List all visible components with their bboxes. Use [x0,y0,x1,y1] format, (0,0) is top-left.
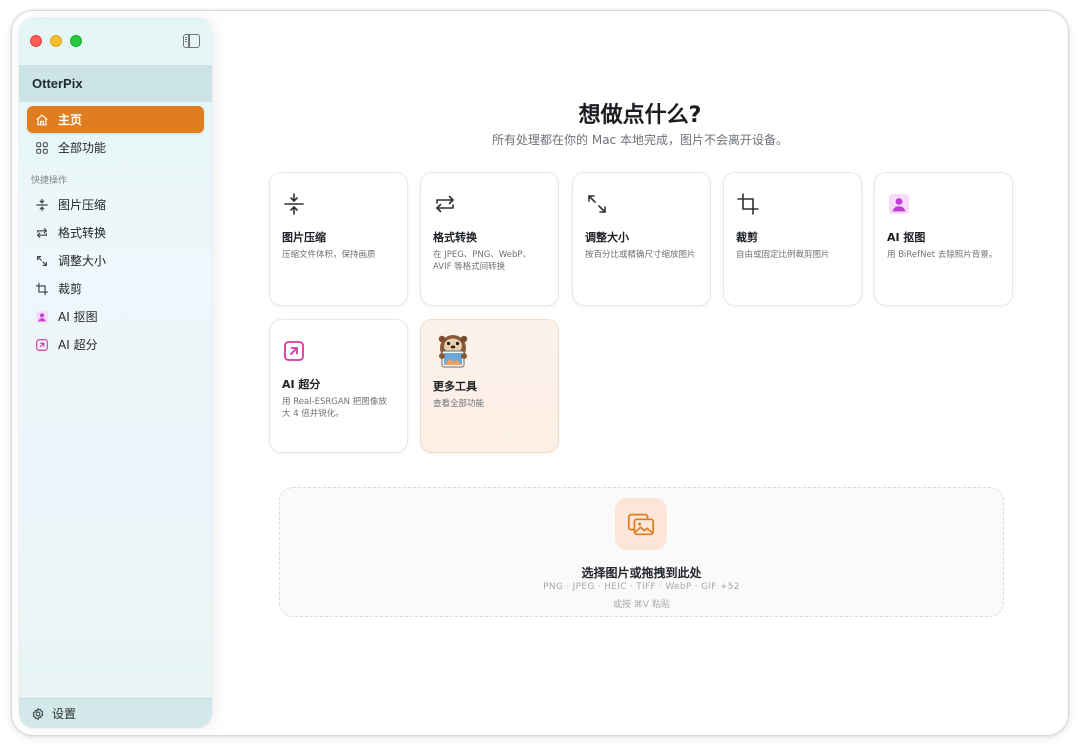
settings-label: 设置 [52,707,77,721]
page-title: 想做点什么? [578,103,702,128]
settings-button[interactable]: 设置 [19,698,212,728]
sidebar-item-label: 全部功能 [58,141,107,155]
card-title: 裁剪 [736,231,758,244]
sidebar-item-label: 格式转换 [58,226,107,240]
card-title: 更多工具 [433,380,477,393]
sidebar-item-ai-upscale[interactable]: AI 超分 [27,331,204,358]
sidebar-item-label: 裁剪 [58,282,83,296]
card-description: 在 JPEG、PNG、WebP、AVIF 等格式间转换 [433,250,532,272]
sidebar-item-convert[interactable]: 格式转换 [27,219,204,246]
person-cutout-icon [35,310,49,324]
home-icon [35,113,49,127]
sidebar-item-label: AI 抠图 [58,310,98,324]
compress-icon [282,191,308,217]
page-subtitle: 所有处理都在你的 Mac 本地完成，图片不会离开设备。 [492,133,788,147]
crop-icon [736,191,762,217]
card-description: 按百分比或精确尺寸缩放图片 [585,250,696,260]
compress-icon [35,198,49,212]
drop-zone-title: 选择图片或拖拽到此处 [581,566,702,580]
card-title: 调整大小 [585,231,629,244]
sidebar-item-label: 图片压缩 [58,198,107,212]
card-description: 自由或固定比例裁剪图片 [736,250,830,260]
resize-icon [35,254,49,268]
card-title: 格式转换 [433,231,477,244]
card-convert[interactable]: 格式转换 在 JPEG、PNG、WebP、AVIF 等格式间转换 [420,172,559,306]
upscale-icon [35,338,49,352]
sidebar: OtterPix 主页 全部功能 快捷操作 图片压缩 格式转换 调整大小 裁剪 … [19,18,212,728]
main-content: 想做点什么? 所有处理都在你的 Mac 本地完成，图片不会离开设备。 图片压缩 … [212,11,1068,735]
sidebar-item-ai-cutout[interactable]: AI 抠图 [27,303,204,330]
sidebar-item-all-features[interactable]: 全部功能 [27,134,204,161]
app-window: OtterPix 主页 全部功能 快捷操作 图片压缩 格式转换 调整大小 裁剪 … [11,10,1069,736]
photos-icon [615,498,667,550]
gear-icon [31,707,45,721]
card-title: AI 抠图 [887,231,926,244]
card-description: 压缩文件体积，保持画质 [282,250,376,260]
supported-formats: PNG · JPEG · HEIC · TIFF · WebP · GIF +5… [543,582,740,592]
paste-hint: 或按 ⌘V 粘贴 [613,600,670,610]
sidebar-item-label: AI 超分 [58,338,98,352]
drop-zone[interactable]: 选择图片或拖拽到此处 PNG · JPEG · HEIC · TIFF · We… [279,487,1004,617]
card-ai-upscale[interactable]: AI 超分 用 Real-ESRGAN 把图像放大 4 倍并锐化。 [269,319,408,453]
sidebar-toggle-icon[interactable] [183,34,200,48]
sidebar-item-crop[interactable]: 裁剪 [27,275,204,302]
crop-icon [35,282,49,296]
card-title: 图片压缩 [282,231,326,244]
close-window-button[interactable] [30,35,42,47]
sidebar-item-label: 主页 [58,113,83,127]
sidebar-item-resize[interactable]: 调整大小 [27,247,204,274]
otter-mascot-icon [433,330,473,370]
convert-icon [35,226,49,240]
zoom-window-button[interactable] [70,35,82,47]
sidebar-item-compress[interactable]: 图片压缩 [27,191,204,218]
grid-icon [35,141,49,155]
section-label: 快捷操作 [31,176,68,186]
card-compress[interactable]: 图片压缩 压缩文件体积，保持画质 [269,172,408,306]
card-description: 用 BiRefNet 去除照片背景。 [887,250,998,260]
card-description: 查看全部功能 [433,399,485,409]
app-name: OtterPix [19,65,212,102]
card-ai-cutout[interactable]: AI 抠图 用 BiRefNet 去除照片背景。 [874,172,1013,306]
convert-icon [433,191,459,217]
card-resize[interactable]: 调整大小 按百分比或精确尺寸缩放图片 [572,172,711,306]
minimize-window-button[interactable] [50,35,62,47]
person-cutout-icon [887,191,913,217]
sidebar-item-label: 调整大小 [58,254,107,268]
upscale-icon [282,338,308,364]
sidebar-item-home[interactable]: 主页 [27,106,204,133]
resize-icon [585,191,611,217]
window-controls [30,35,82,47]
card-crop[interactable]: 裁剪 自由或固定比例裁剪图片 [723,172,862,306]
card-more-tools[interactable]: 更多工具 查看全部功能 [420,319,559,453]
card-title: AI 超分 [282,378,321,391]
card-description: 用 Real-ESRGAN 把图像放大 4 倍并锐化。 [282,397,387,419]
